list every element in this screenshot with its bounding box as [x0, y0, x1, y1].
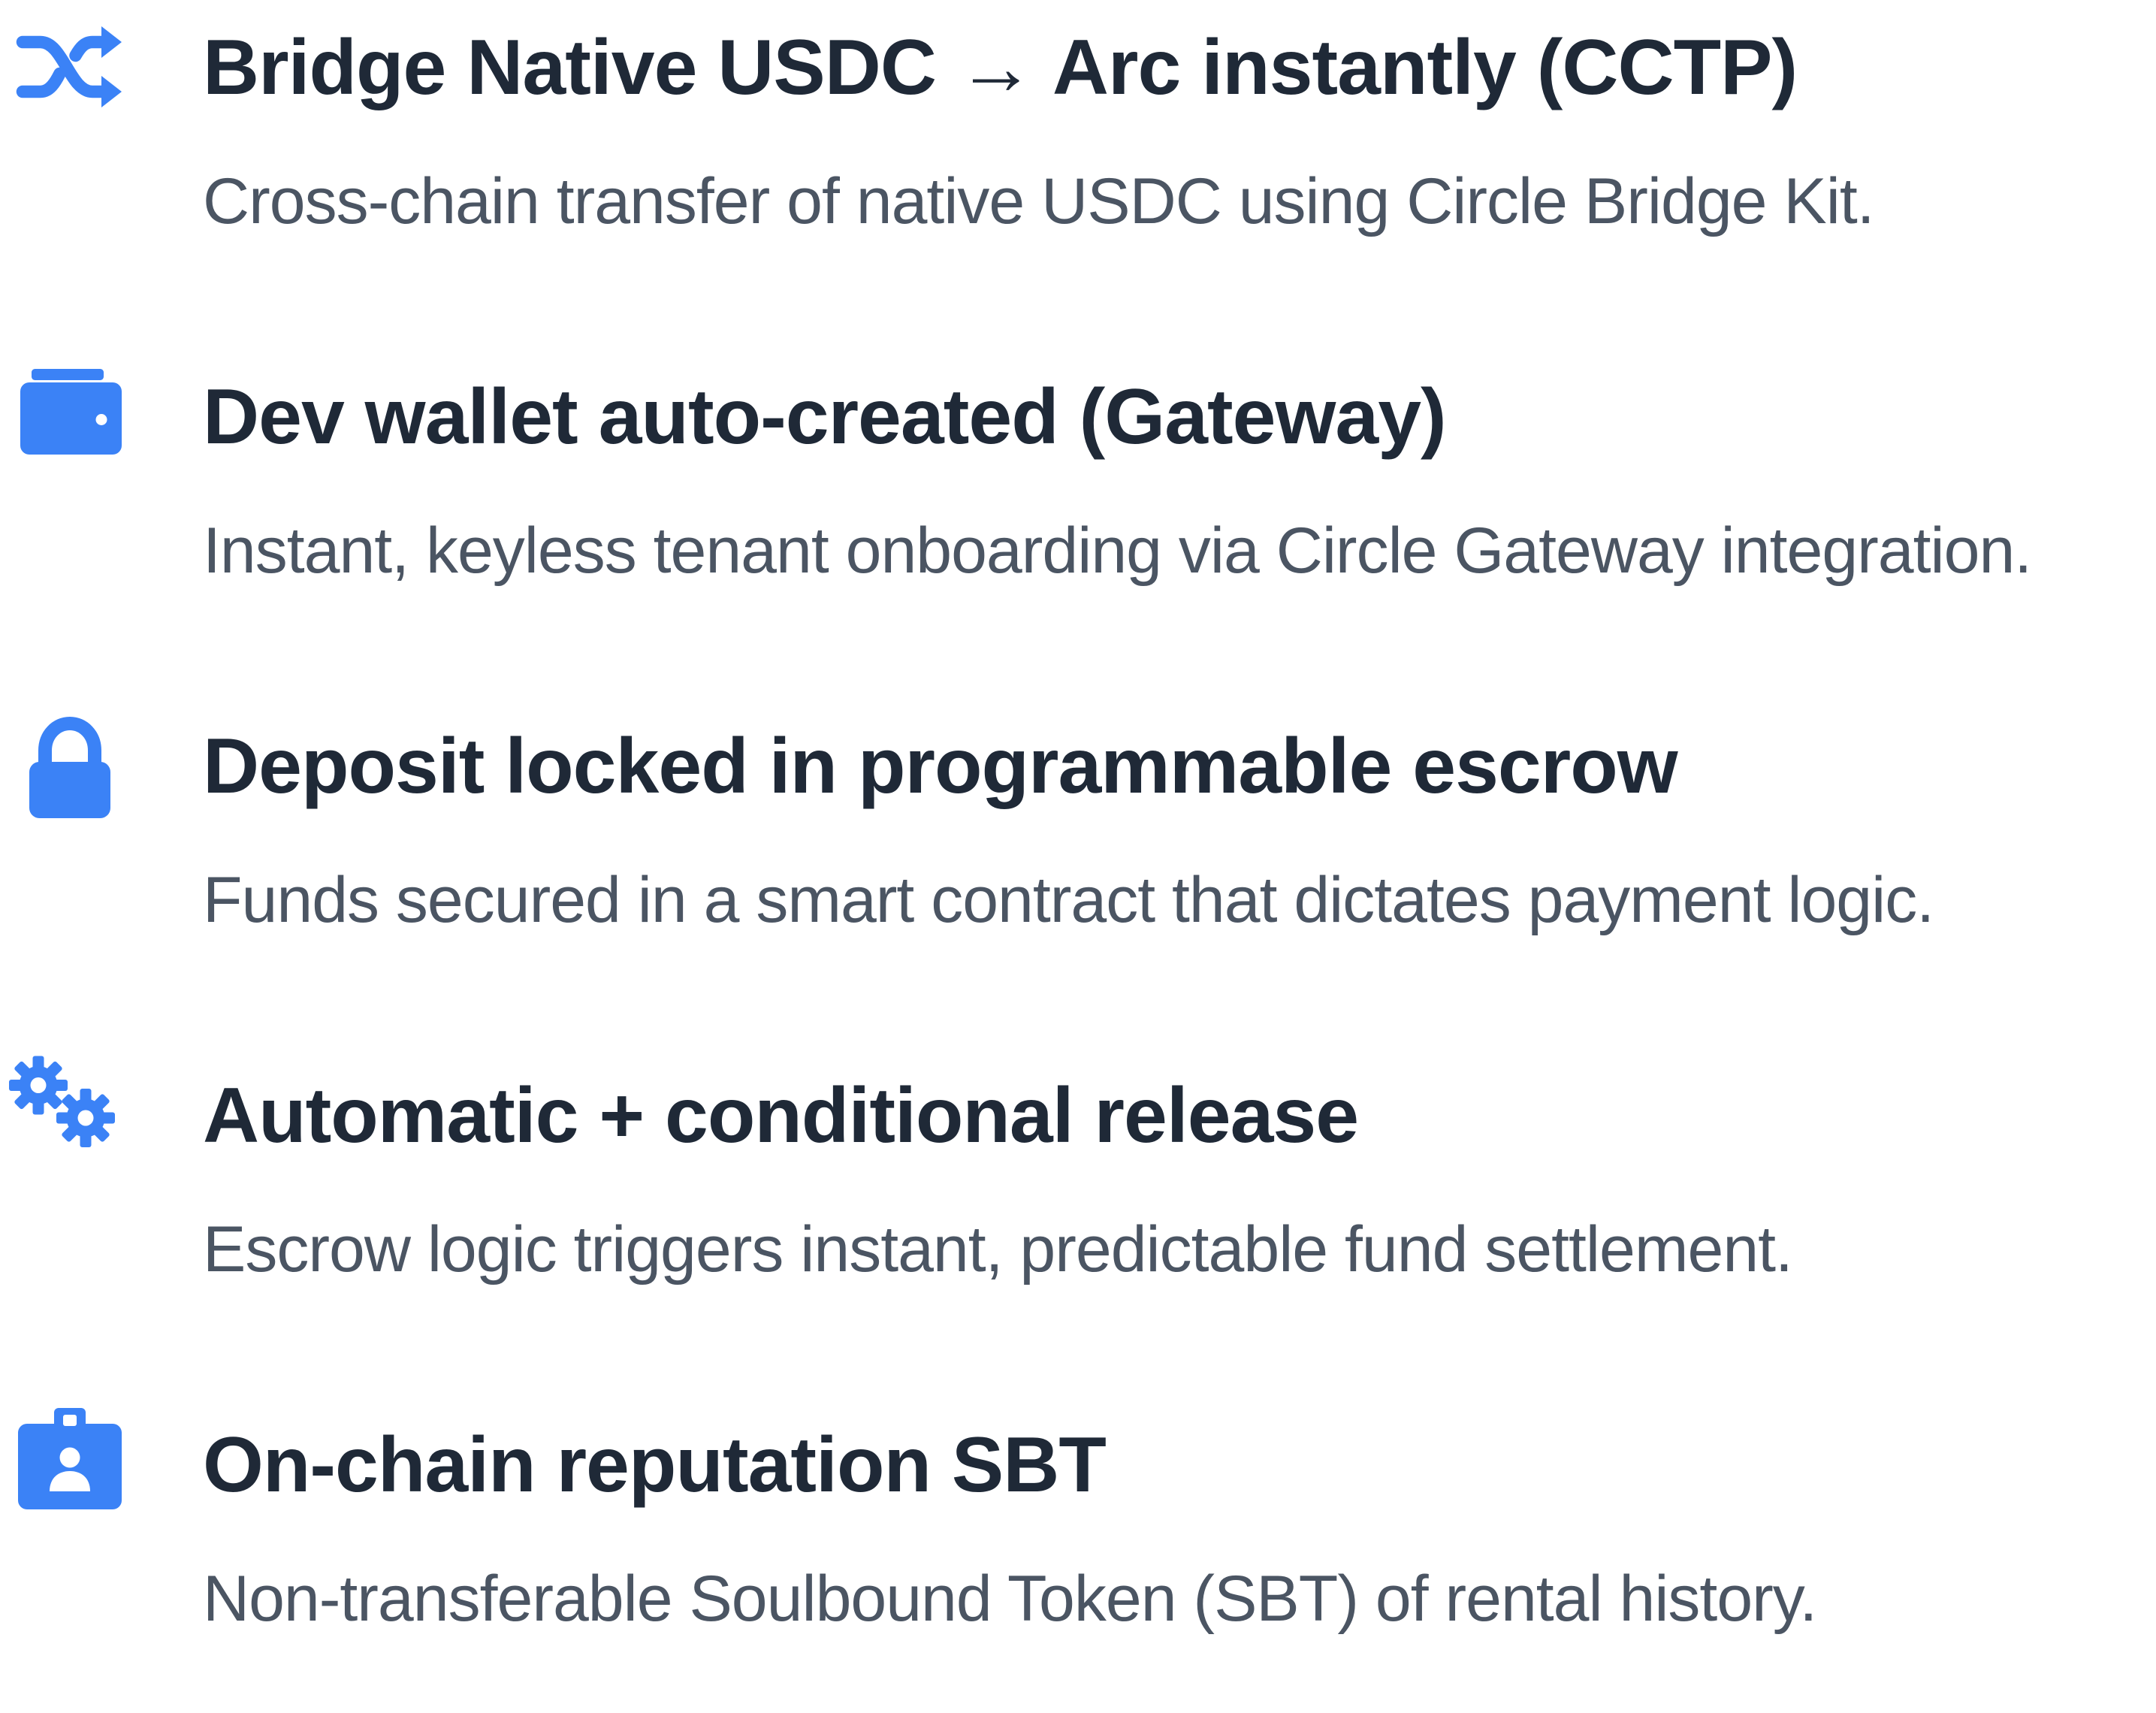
feature-title: On-chain reputation SBT [203, 1421, 1107, 1509]
feature-item-reputation: On-chain reputation SBT Non-transferable… [0, 1397, 2156, 1713]
feature-title: Dev wallet auto-created (Gateway) [203, 373, 1447, 461]
feature-title: Automatic + conditional release [203, 1072, 1359, 1159]
feature-description: Funds secured in a smart contract that d… [203, 864, 1934, 936]
gears-icon [5, 1048, 117, 1161]
feature-description: Escrow logic triggers instant, predictab… [203, 1213, 1793, 1286]
feature-item-release: Automatic + conditional release Escrow l… [0, 1048, 2156, 1364]
id-badge-icon [14, 1403, 126, 1516]
feature-title: Deposit locked in programmable escrow [203, 723, 1678, 810]
feature-item-bridge: Bridge Native USDC → Arc instantly (CCTP… [0, 0, 2156, 316]
shuffle-icon [14, 11, 126, 123]
feature-item-escrow: Deposit locked in programmable escrow Fu… [0, 699, 2156, 1014]
feature-description: Instant, keyless tenant onboarding via C… [203, 515, 2032, 587]
wallet-icon [14, 355, 126, 468]
feature-description: Non-transferable Soulbound Token (SBT) o… [203, 1563, 1817, 1635]
lock-icon [14, 712, 126, 825]
feature-item-wallet: Dev wallet auto-created (Gateway) Instan… [0, 349, 2156, 665]
feature-description: Cross-chain transfer of native USDC usin… [203, 165, 1875, 237]
feature-title: Bridge Native USDC → Arc instantly (CCTP… [203, 24, 1798, 111]
